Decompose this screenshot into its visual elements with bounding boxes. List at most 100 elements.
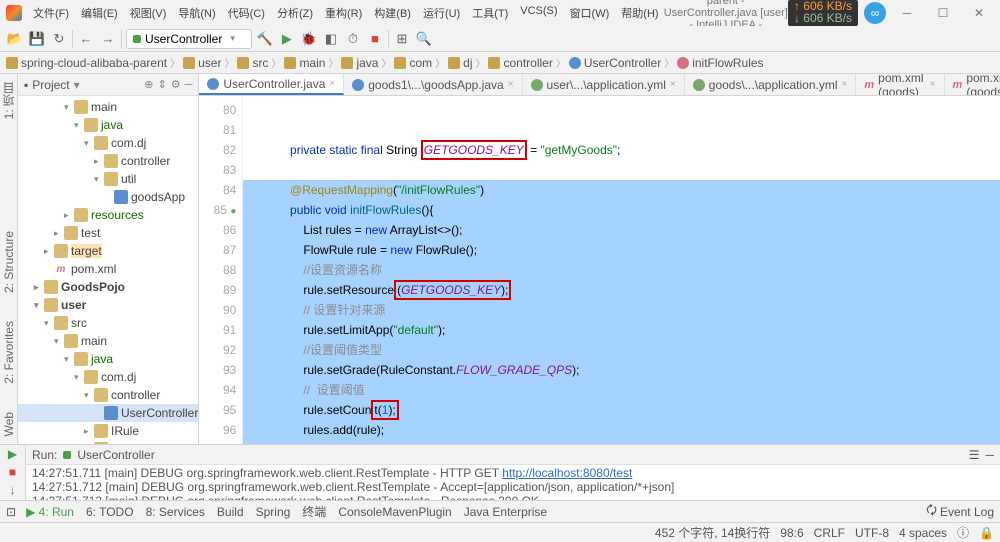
run-console[interactable]: 14:27:51.711 [main] DEBUG org.springfram…	[26, 465, 1000, 500]
bottom-tab[interactable]: 6: TODO	[86, 503, 134, 520]
breadcrumb-item[interactable]: UserController	[569, 56, 661, 70]
collapse-icon[interactable]: ⇕	[157, 78, 166, 91]
tree-item[interactable]: ▸GoodsPojo	[18, 278, 198, 296]
menu-item[interactable]: 运行(U)	[418, 3, 465, 23]
inspection-icon[interactable]: ⓘ	[957, 524, 969, 541]
menu-item[interactable]: 编辑(E)	[76, 3, 123, 23]
status-crlf[interactable]: CRLF	[814, 526, 845, 540]
editor-tab[interactable]: UserController.java×	[199, 74, 344, 95]
menu-item[interactable]: 视图(V)	[125, 3, 172, 23]
project-tool-tab[interactable]: 1: 项目	[0, 78, 17, 123]
menu-item[interactable]: 文件(F)	[28, 3, 74, 23]
menu-item[interactable]: 构建(B)	[369, 3, 416, 23]
code-area[interactable]: private static final String GETGOODS_KEY…	[243, 96, 1000, 444]
tree-item[interactable]: ▾main	[18, 98, 198, 116]
run-config-select[interactable]: UserController	[126, 29, 252, 49]
project-tree[interactable]: ▾main▾java▾com.dj▸controller▾utilgoodsAp…	[18, 96, 198, 444]
tree-item[interactable]: ▾main	[18, 332, 198, 350]
tree-item[interactable]: ▾util	[18, 170, 198, 188]
cloud-icon[interactable]: ∞	[864, 2, 886, 24]
stop-run-icon[interactable]: ■	[9, 465, 16, 479]
tree-item[interactable]: ▾com.dj	[18, 134, 198, 152]
tree-item[interactable]: ▸target	[18, 242, 198, 260]
bottom-tab[interactable]: Java Enterprise	[464, 503, 547, 520]
tree-item[interactable]: ▾java	[18, 350, 198, 368]
bottom-tab[interactable]: Build	[217, 503, 244, 520]
bottom-tab[interactable]: Spring	[256, 503, 291, 520]
menu-item[interactable]: 分析(Z)	[272, 3, 318, 23]
profile-icon[interactable]: ⏱	[344, 30, 362, 48]
menu-item[interactable]: 重构(R)	[320, 3, 367, 23]
tree-item[interactable]: ▸test	[18, 224, 198, 242]
hide-panel-icon[interactable]: ─	[185, 79, 193, 91]
project-toggle-icon[interactable]: ▪	[24, 78, 28, 92]
structure-icon[interactable]: ⊞	[393, 30, 411, 48]
forward-icon[interactable]: →	[99, 30, 117, 48]
bottom-tab[interactable]: ▶ 4: Run	[26, 503, 74, 520]
breadcrumb-item[interactable]: com	[394, 56, 432, 70]
tree-item[interactable]: ▸IRule	[18, 422, 198, 440]
sync-icon[interactable]: ↻	[50, 30, 68, 48]
tree-item[interactable]: ▾com.dj	[18, 368, 198, 386]
build-icon[interactable]: 🔨	[256, 30, 274, 48]
editor-tab[interactable]: user\...\application.yml×	[523, 74, 685, 95]
tree-item[interactable]: ▾controller	[18, 386, 198, 404]
breadcrumb-item[interactable]: controller	[488, 56, 552, 70]
close-button[interactable]: ✕	[964, 6, 994, 20]
close-tab-icon[interactable]: ×	[930, 79, 936, 90]
breadcrumb-item[interactable]: java	[341, 56, 378, 70]
debug-icon[interactable]: 🐞	[300, 30, 318, 48]
save-icon[interactable]: 💾	[28, 30, 46, 48]
minimize-button[interactable]: ─	[892, 6, 922, 20]
tree-item[interactable]: ▸controller	[18, 152, 198, 170]
bottom-tab[interactable]: ConsoleMavenPlugin	[338, 503, 451, 520]
event-log-button[interactable]: 🗘 Event Log	[926, 501, 994, 522]
status-indent[interactable]: 4 spaces	[899, 526, 947, 540]
tree-item[interactable]: ▸resources	[18, 206, 198, 224]
search-icon[interactable]: 🔍	[415, 30, 433, 48]
favorites-tool-tab[interactable]: 2: Favorites	[2, 317, 16, 388]
status-encoding[interactable]: UTF-8	[855, 526, 889, 540]
tree-item[interactable]: ▾java	[18, 116, 198, 134]
status-position[interactable]: 98:6	[780, 526, 803, 540]
bottom-tab[interactable]: 8: Services	[146, 503, 205, 520]
tree-item[interactable]: ▾src	[18, 314, 198, 332]
toggle-tools-icon[interactable]: ⊡	[6, 505, 16, 519]
menu-item[interactable]: 工具(T)	[467, 3, 513, 23]
lock-icon[interactable]: 🔒	[979, 526, 994, 540]
settings-icon[interactable]: ⚙	[171, 78, 181, 91]
coverage-icon[interactable]: ◧	[322, 30, 340, 48]
web-tool-tab[interactable]: Web	[2, 408, 16, 440]
menu-item[interactable]: 代码(C)	[223, 3, 270, 23]
editor-tab[interactable]: mpom.xml (goods1)×	[945, 74, 1000, 95]
close-tab-icon[interactable]: ×	[329, 78, 335, 89]
bottom-tab[interactable]: 终端	[302, 503, 326, 520]
breadcrumb-item[interactable]: main	[284, 56, 325, 70]
menu-item[interactable]: 窗口(W)	[565, 3, 615, 23]
back-icon[interactable]: ←	[77, 30, 95, 48]
editor-tab[interactable]: goods1\...\goodsApp.java×	[344, 74, 522, 95]
tree-item[interactable]: goodsApp	[18, 188, 198, 206]
tree-item[interactable]: mpom.xml	[18, 260, 198, 278]
close-tab-icon[interactable]: ×	[842, 79, 848, 90]
breadcrumb-item[interactable]: spring-cloud-alibaba-parent	[6, 56, 167, 70]
rerun-icon[interactable]: ▶	[8, 447, 17, 461]
menu-item[interactable]: 帮助(H)	[616, 3, 663, 23]
menu-item[interactable]: VCS(S)	[515, 3, 562, 23]
menu-item[interactable]: 导航(N)	[173, 3, 220, 23]
stop-icon[interactable]: ■	[366, 30, 384, 48]
breadcrumb-item[interactable]: src	[237, 56, 268, 70]
close-tab-icon[interactable]: ×	[670, 79, 676, 90]
editor-tab[interactable]: goods\...\application.yml×	[685, 74, 857, 95]
open-icon[interactable]: 📂	[6, 30, 24, 48]
structure-tool-tab[interactable]: 2: Structure	[2, 227, 16, 297]
close-tab-icon[interactable]: ×	[508, 79, 514, 90]
breadcrumb-item[interactable]: initFlowRules	[677, 56, 763, 70]
run-settings-icon[interactable]: ☰	[969, 448, 980, 462]
editor-tab[interactable]: mpom.xml (goods)×	[856, 74, 944, 95]
breadcrumb-item[interactable]: dj	[448, 56, 472, 70]
down-icon[interactable]: ↓	[10, 483, 16, 497]
maximize-button[interactable]: ☐	[928, 6, 958, 20]
tree-item[interactable]: UserController	[18, 404, 198, 422]
run-icon[interactable]: ▶	[278, 30, 296, 48]
